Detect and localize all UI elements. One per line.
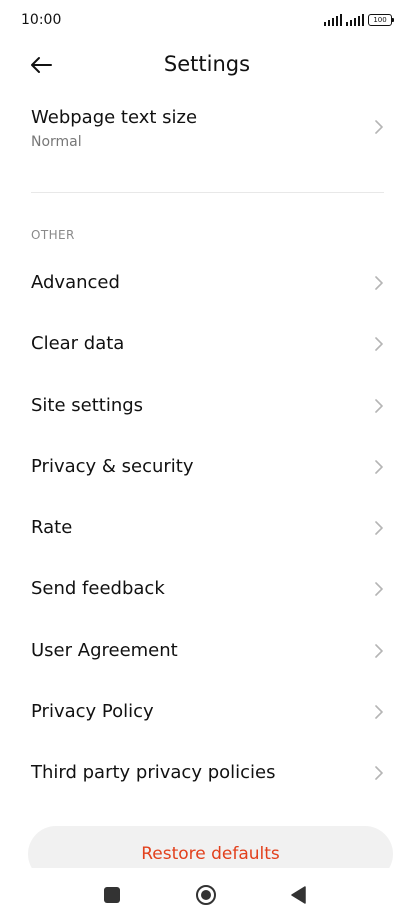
settings-item-user-agreement[interactable]: User Agreement xyxy=(0,622,414,683)
settings-item-clear-data[interactable]: Clear data xyxy=(0,315,414,376)
battery-icon: 100 xyxy=(368,14,394,26)
settings-item-third-party-privacy[interactable]: Third party privacy policies xyxy=(0,744,414,805)
chevron-right-icon xyxy=(375,766,383,780)
triangle-left-icon[interactable] xyxy=(289,885,307,905)
chevron-right-icon xyxy=(375,399,383,413)
settings-item-privacy-security[interactable]: Privacy & security xyxy=(0,438,414,499)
status-icons: 100 xyxy=(324,14,394,26)
text-size-row[interactable]: Webpage text size Normal xyxy=(0,98,414,162)
settings-item-label: Privacy Policy xyxy=(31,701,154,722)
circle-icon[interactable] xyxy=(195,884,217,906)
settings-item-label: Clear data xyxy=(31,333,125,354)
signal-icon-2 xyxy=(346,14,364,26)
settings-item-label: Privacy & security xyxy=(31,456,194,477)
page-title: Settings xyxy=(163,52,251,76)
app-header: Settings xyxy=(0,42,414,88)
settings-item-label: Advanced xyxy=(31,272,120,293)
system-nav-bar xyxy=(0,868,414,920)
chevron-right-icon xyxy=(375,276,383,290)
settings-item-rate[interactable]: Rate xyxy=(0,499,414,560)
text-size-label: Webpage text size xyxy=(31,107,198,128)
signal-icon xyxy=(324,14,342,26)
status-time: 10:00 xyxy=(21,12,62,28)
chevron-right-icon xyxy=(375,120,383,134)
chevron-right-icon xyxy=(375,705,383,719)
settings-item-send-feedback[interactable]: Send feedback xyxy=(0,560,414,621)
settings-item-label: Rate xyxy=(31,517,73,538)
settings-item-label: Third party privacy policies xyxy=(31,762,276,783)
settings-item-label: Site settings xyxy=(31,395,144,416)
square-icon[interactable] xyxy=(104,887,120,903)
settings-item-label: Send feedback xyxy=(31,578,165,599)
chevron-right-icon xyxy=(375,521,383,535)
text-size-value: Normal xyxy=(31,134,82,150)
settings-item-privacy-policy[interactable]: Privacy Policy xyxy=(0,683,414,744)
chevron-right-icon xyxy=(375,582,383,596)
settings-item-site-settings[interactable]: Site settings xyxy=(0,377,414,438)
chevron-right-icon xyxy=(375,337,383,351)
settings-item-label: User Agreement xyxy=(31,640,178,661)
chevron-right-icon xyxy=(375,644,383,658)
chevron-right-icon xyxy=(375,460,383,474)
section-header-other: OTHER xyxy=(31,228,75,242)
divider xyxy=(31,192,384,193)
settings-item-advanced[interactable]: Advanced xyxy=(0,254,414,315)
status-bar: 10:00 100 xyxy=(0,0,414,42)
